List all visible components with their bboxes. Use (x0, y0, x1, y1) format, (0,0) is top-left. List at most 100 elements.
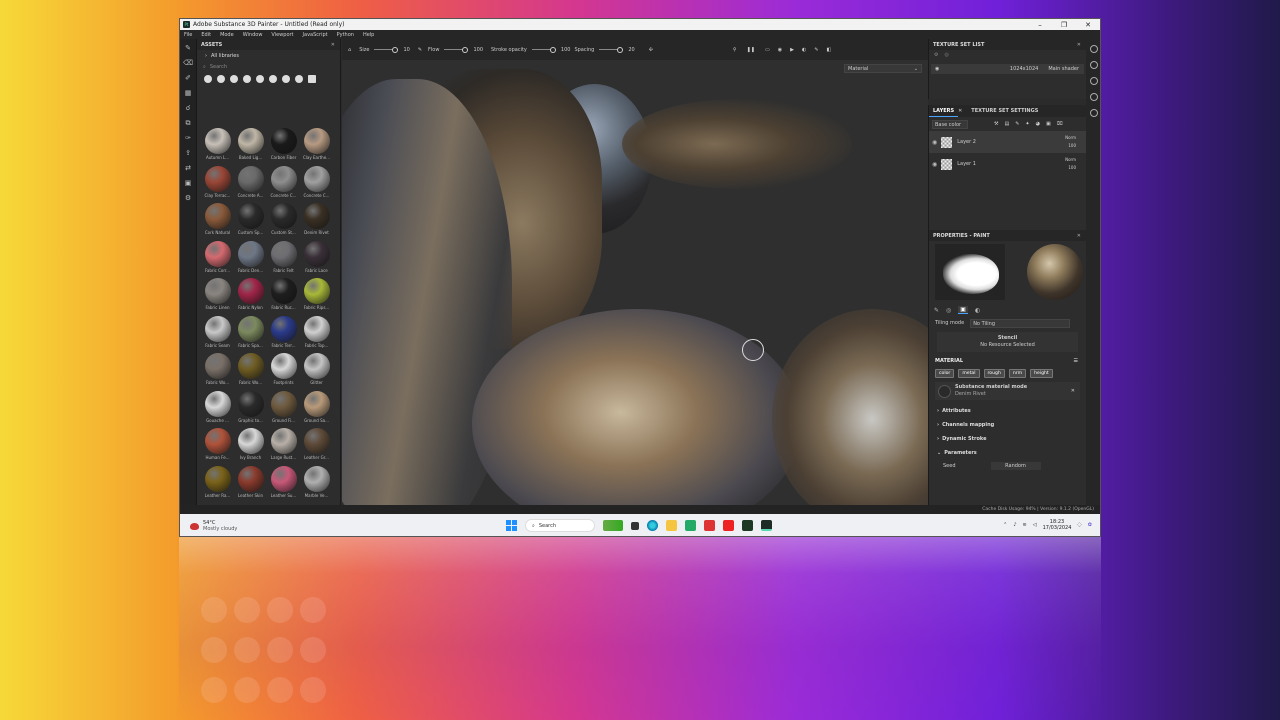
layer-blend[interactable]: Norm 100 (1065, 134, 1076, 150)
close-icon[interactable]: ✕ (1071, 388, 1075, 394)
library-selector[interactable]: › All libraries (197, 50, 340, 62)
layer-blend[interactable]: Norm 100 (1065, 156, 1076, 172)
asset-item[interactable]: Autumn L... (201, 128, 234, 164)
capcut-icon[interactable] (723, 520, 734, 531)
green-app-icon[interactable] (685, 520, 696, 531)
pen-pressure-icon[interactable]: ✎ (418, 47, 422, 53)
asset-item[interactable]: Gouache ... (201, 390, 234, 427)
copilot-icon[interactable]: ✿ (1088, 522, 1092, 528)
eye-icon[interactable]: ◉ (935, 66, 939, 72)
designer-icon[interactable] (742, 520, 753, 531)
chevron-up-icon[interactable]: ⌃ (1003, 522, 1007, 528)
asset-item[interactable]: Fabric Terr... (267, 315, 300, 352)
close-button[interactable]: ✕ (1076, 21, 1100, 29)
substance-material-slot[interactable]: Substance material mode Denim Rivet ✕ (935, 382, 1080, 400)
layer-row[interactable]: ◉ Layer 2 Norm 100 (929, 131, 1086, 153)
volume-icon[interactable]: ◁ (1033, 522, 1037, 528)
asset-item[interactable]: Footprints (267, 353, 300, 389)
menu-edit[interactable]: Edit (201, 32, 211, 38)
export-icon[interactable]: ⇪ (183, 148, 194, 159)
notification-icon[interactable]: ◌ (1077, 522, 1081, 528)
paint-mode-icon[interactable]: ✎ (814, 47, 818, 53)
grid-view-icon[interactable] (308, 75, 316, 83)
asset-item[interactable]: Concrete C... (300, 165, 333, 202)
asset-item[interactable]: Fabric Ruc... (267, 278, 300, 314)
asset-item[interactable]: Fabric Spa... (234, 315, 267, 352)
microphone-icon[interactable]: ♪ (1013, 522, 1016, 528)
stencil-slot[interactable]: Stencil No Resource Selected (937, 332, 1078, 352)
taskbar-search[interactable]: ⌕ Search (525, 519, 595, 532)
lazy-mouse-icon[interactable]: ⚲ (733, 47, 737, 53)
asset-item[interactable]: Fabric Corr... (201, 240, 234, 277)
mask-add-icon[interactable]: ⚒ (994, 121, 998, 127)
mask-icon[interactable]: ◐ (802, 47, 806, 53)
section-attributes[interactable]: › Attributes (929, 404, 1086, 418)
smudge-icon[interactable]: ☌ (183, 103, 194, 114)
menu-viewport[interactable]: Viewport (271, 32, 293, 38)
material-preview[interactable] (1027, 244, 1083, 300)
filter-env-icon[interactable] (295, 75, 303, 83)
asset-item[interactable]: Fabric Nylon (234, 278, 267, 314)
asset-item[interactable]: Custom Sp... (234, 203, 267, 239)
asset-item[interactable]: Ivy Branch (234, 428, 267, 464)
paint-brush-icon[interactable]: ✎ (183, 43, 194, 54)
section-channels-mapping[interactable]: › Channels mapping (929, 418, 1086, 432)
filter-filters-icon[interactable] (282, 75, 290, 83)
asset-item[interactable]: Fabric Lace (300, 240, 333, 277)
maximize-button[interactable]: ❐ (1052, 21, 1076, 29)
close-icon[interactable]: ✕ (1077, 42, 1081, 48)
bake-icon[interactable]: ▣ (183, 178, 194, 189)
tab-texture-set-settings[interactable]: TEXTURE SET SETTINGS (967, 105, 1042, 117)
display-settings-icon[interactable] (1090, 61, 1098, 69)
file-explorer-icon[interactable] (666, 520, 677, 531)
asset-item[interactable]: Fabric Wo... (201, 353, 234, 389)
asset-item[interactable]: Leather Su... (267, 465, 300, 502)
menu-mode[interactable]: Mode (220, 32, 234, 38)
folder-icon[interactable]: ▣ (1046, 121, 1051, 127)
windows-start-icon[interactable] (506, 520, 517, 531)
substance-painter-icon[interactable] (761, 520, 772, 531)
asset-item[interactable]: Carbon Fiber (267, 128, 300, 164)
minimize-button[interactable]: – (1028, 21, 1052, 29)
layer-row[interactable]: ◉ Layer 1 Norm 100 (929, 153, 1086, 175)
flow-slider[interactable] (444, 47, 469, 53)
settings-icon[interactable]: ⚙ (934, 52, 938, 58)
close-icon[interactable]: ✕ (331, 42, 335, 48)
asset-item[interactable]: Concrete A... (234, 165, 267, 202)
asset-item[interactable]: Baked Lig... (234, 128, 267, 164)
symmetry-icon[interactable]: ✣ (649, 47, 653, 53)
filter-smart-icon[interactable] (217, 75, 225, 83)
widgets-icon[interactable] (603, 520, 623, 531)
asset-item[interactable]: Fabric Wo... (234, 353, 267, 389)
filter-grunge-icon[interactable] (256, 75, 264, 83)
texture-set-row[interactable]: ◉ 1024x1024 Main shader (931, 64, 1084, 74)
section-parameters[interactable]: ⌄ Parameters (929, 446, 1086, 460)
asset-item[interactable]: Leather Gr... (300, 428, 333, 464)
clone-icon[interactable]: ⧉ (183, 118, 194, 129)
channel-metal-toggle[interactable]: metal (958, 369, 980, 378)
channel-rough-toggle[interactable]: rough (983, 369, 1005, 378)
camera-icon[interactable]: ▭ (765, 47, 770, 53)
task-view-icon[interactable] (631, 521, 639, 530)
spacing-slider[interactable] (599, 47, 624, 53)
paint-layer-icon[interactable]: ✎ (1015, 121, 1019, 127)
tab-layers[interactable]: LAYERS (929, 105, 959, 117)
visibility-icon[interactable]: ◎ (944, 52, 948, 58)
asset-item[interactable]: Glitter (300, 353, 333, 389)
smart-mask-icon[interactable]: ◕ (1036, 121, 1040, 127)
channel-dropdown[interactable]: Base color (932, 119, 968, 129)
channel-color-toggle[interactable]: color (935, 369, 955, 378)
menu-file[interactable]: File (184, 32, 192, 38)
brush-settings-icon[interactable]: ⌂ (348, 47, 351, 53)
fill-layer-icon[interactable]: ▤ (1004, 121, 1009, 127)
menu-javascript[interactable]: JavaScript (303, 32, 328, 38)
brush-tab-icon[interactable]: ✎ (934, 307, 939, 314)
red-app-icon[interactable] (704, 520, 715, 531)
video-icon[interactable]: ▶ (790, 47, 794, 53)
tiling-dropdown[interactable]: No Tiling (970, 318, 1071, 328)
eraser-icon[interactable]: ⌫ (183, 58, 194, 69)
history-icon[interactable] (1090, 93, 1098, 101)
menu-window[interactable]: Window (243, 32, 263, 38)
assets-search[interactable]: ⌕ Search (203, 62, 334, 72)
asset-item[interactable]: Leather Ra... (201, 465, 234, 502)
